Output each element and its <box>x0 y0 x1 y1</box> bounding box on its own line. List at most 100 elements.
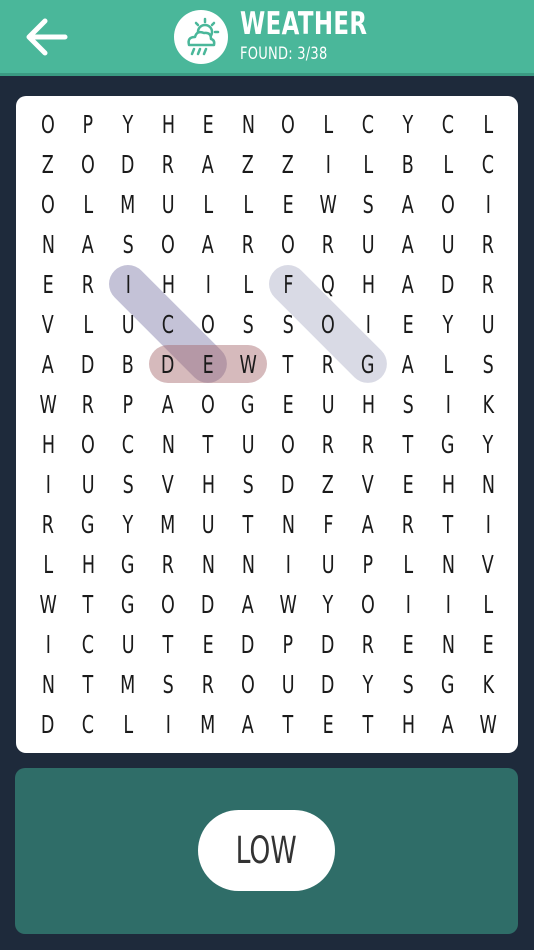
grid-cell[interactable]: I <box>468 184 508 224</box>
grid-cell[interactable]: P <box>348 544 388 584</box>
grid-cell[interactable]: S <box>468 344 508 384</box>
grid-cell[interactable]: R <box>468 264 508 304</box>
grid-cell[interactable]: D <box>428 264 468 304</box>
grid-cell[interactable]: A <box>348 504 388 544</box>
grid-cell[interactable]: T <box>188 424 228 464</box>
grid-cell[interactable]: O <box>68 424 108 464</box>
grid-cell[interactable]: U <box>468 304 508 344</box>
grid-cell[interactable]: C <box>148 304 188 344</box>
grid-cell[interactable]: H <box>28 424 68 464</box>
grid-cell[interactable]: F <box>268 264 308 304</box>
grid-cell[interactable]: H <box>348 384 388 424</box>
grid-cell[interactable]: R <box>68 384 108 424</box>
grid-cell[interactable]: U <box>148 184 188 224</box>
grid-cell[interactable]: A <box>228 704 268 744</box>
grid-cell[interactable]: H <box>68 544 108 584</box>
grid-cell[interactable]: A <box>388 184 428 224</box>
grid-cell[interactable]: I <box>148 704 188 744</box>
grid-cell[interactable]: O <box>68 144 108 184</box>
grid-cell[interactable]: S <box>268 304 308 344</box>
grid-cell[interactable]: T <box>268 344 308 384</box>
grid-cell[interactable]: U <box>108 304 148 344</box>
grid-cell[interactable]: G <box>108 544 148 584</box>
grid-cell[interactable]: E <box>188 344 228 384</box>
grid-cell[interactable]: H <box>348 264 388 304</box>
grid-cell[interactable]: R <box>468 224 508 264</box>
grid-cell[interactable]: W <box>28 384 68 424</box>
grid-cell[interactable]: N <box>428 544 468 584</box>
grid-cell[interactable]: W <box>28 584 68 624</box>
grid-cell[interactable]: I <box>428 384 468 424</box>
grid-cell[interactable]: N <box>468 464 508 504</box>
grid-cell[interactable]: U <box>308 544 348 584</box>
grid-cell[interactable]: M <box>108 664 148 704</box>
grid-cell[interactable]: D <box>188 584 228 624</box>
grid-cell[interactable]: U <box>228 424 268 464</box>
grid-cell[interactable]: G <box>428 664 468 704</box>
grid-cell[interactable]: T <box>428 504 468 544</box>
grid-cell[interactable]: W <box>468 704 508 744</box>
grid-cell[interactable]: U <box>308 384 348 424</box>
grid-cell[interactable]: D <box>148 344 188 384</box>
grid-cell[interactable]: C <box>428 104 468 144</box>
grid-cell[interactable]: U <box>348 224 388 264</box>
grid-cell[interactable]: P <box>68 104 108 144</box>
grid-cell[interactable]: Z <box>268 144 308 184</box>
grid-cell[interactable]: S <box>348 184 388 224</box>
grid-cell[interactable]: U <box>68 464 108 504</box>
grid-cell[interactable]: L <box>428 144 468 184</box>
grid-cell[interactable]: Y <box>468 424 508 464</box>
grid-cell[interactable]: F <box>308 504 348 544</box>
current-word-pill[interactable]: LOW <box>198 810 335 891</box>
grid-cell[interactable]: D <box>268 464 308 504</box>
grid-cell[interactable]: Z <box>28 144 68 184</box>
grid-cell[interactable]: R <box>348 624 388 664</box>
grid-cell[interactable]: W <box>268 584 308 624</box>
grid-cell[interactable]: E <box>388 304 428 344</box>
grid-cell[interactable]: O <box>228 664 268 704</box>
grid-cell[interactable]: O <box>188 384 228 424</box>
grid-cell[interactable]: Y <box>108 504 148 544</box>
grid-cell[interactable]: R <box>308 424 348 464</box>
grid-cell[interactable]: T <box>148 624 188 664</box>
grid-cell[interactable]: S <box>108 224 148 264</box>
grid-cell[interactable]: N <box>148 424 188 464</box>
grid-cell[interactable]: I <box>28 464 68 504</box>
grid-cell[interactable]: O <box>148 584 188 624</box>
grid-cell[interactable]: D <box>228 624 268 664</box>
grid-cell[interactable]: E <box>268 184 308 224</box>
back-button[interactable] <box>20 14 72 60</box>
grid-cell[interactable]: I <box>28 624 68 664</box>
grid-cell[interactable]: Y <box>348 664 388 704</box>
grid-cell[interactable]: I <box>428 584 468 624</box>
grid-cell[interactable]: L <box>228 184 268 224</box>
grid-cell[interactable]: A <box>388 224 428 264</box>
grid-cell[interactable]: N <box>428 624 468 664</box>
grid-cell[interactable]: U <box>188 504 228 544</box>
grid-cell[interactable]: I <box>268 544 308 584</box>
grid-cell[interactable]: L <box>68 184 108 224</box>
grid-cell[interactable]: C <box>348 104 388 144</box>
grid-cell[interactable]: V <box>468 544 508 584</box>
grid-cell[interactable]: G <box>228 384 268 424</box>
grid-cell[interactable]: G <box>108 584 148 624</box>
grid-cell[interactable]: Z <box>228 144 268 184</box>
grid-cell[interactable]: A <box>148 384 188 424</box>
grid-cell[interactable]: M <box>108 184 148 224</box>
grid-cell[interactable]: O <box>428 184 468 224</box>
grid-cell[interactable]: O <box>148 224 188 264</box>
grid-cell[interactable]: S <box>388 664 428 704</box>
grid-cell[interactable]: L <box>28 544 68 584</box>
grid-cell[interactable]: H <box>188 464 228 504</box>
grid-cell[interactable]: V <box>348 464 388 504</box>
grid-cell[interactable]: A <box>388 264 428 304</box>
grid-cell[interactable]: R <box>348 424 388 464</box>
grid-cell[interactable]: K <box>468 664 508 704</box>
grid-cell[interactable]: D <box>308 624 348 664</box>
grid-cell[interactable]: S <box>228 464 268 504</box>
grid-cell[interactable]: Z <box>308 464 348 504</box>
grid-cell[interactable]: L <box>468 104 508 144</box>
grid-cell[interactable]: W <box>308 184 348 224</box>
grid-cell[interactable]: U <box>108 624 148 664</box>
grid-cell[interactable]: D <box>68 344 108 384</box>
